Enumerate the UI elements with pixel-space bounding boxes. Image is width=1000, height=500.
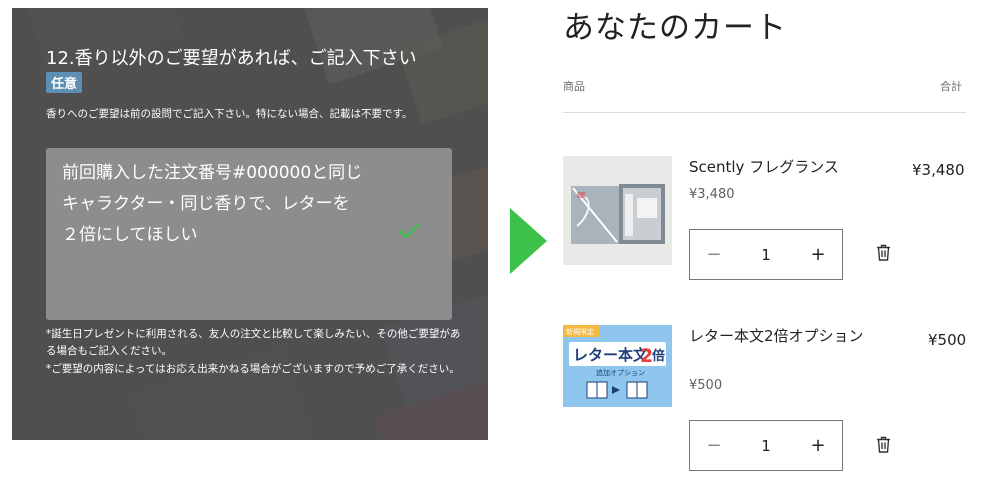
column-header-product: 商品 [563,80,585,93]
form-note: *誕生日プレゼントに利用される、友人の注文と比較して楽しみたい、その他ご要望があ… [46,328,461,357]
image-title: レター本文 [573,346,649,364]
product-image[interactable]: 新規限定 レター本文 2 倍 追加オプション [563,325,672,407]
option-banner-image: 新規限定 レター本文 2 倍 追加オプション [563,325,672,407]
optional-badge: 任意 [46,72,83,93]
cart-title: あなたのカート [563,10,787,46]
trash-icon[interactable] [876,436,891,453]
answer-text: 前回購入した注文番号#000000と同じ キャラクター・同じ香りで、レターを ２… [62,158,402,251]
answer-textarea[interactable]: 前回購入した注文番号#000000と同じ キャラクター・同じ香りで、レターを ２… [46,148,452,320]
question-help-text: 香りへのご要望は前の設問でご記入下さい。特にない場合、記載は不要です。 [46,108,413,120]
line-total: ¥500 [928,331,967,349]
trash-icon[interactable] [876,244,891,261]
answer-line: ２倍にしてほしい [62,225,198,245]
image-tag: 新規限定 [566,327,594,336]
header-divider [563,112,966,113]
answer-line: キャラクター・同じ香りで、レターを [62,194,350,214]
quantity-input[interactable]: 1 [738,230,794,279]
image-subtitle: 追加オプション [596,368,645,377]
decrease-quantity-button[interactable]: − [690,230,738,279]
product-name[interactable]: Scently フレグランス [689,156,839,178]
gift-box-icon [563,156,672,265]
increase-quantity-button[interactable]: + [794,230,842,279]
form-note: *ご要望の内容によってはお応え出来かねる場合がございますので予めご了承ください。 [46,363,460,375]
quantity-stepper: − 1 + [689,229,843,280]
survey-form-panel: 12.香り以外のご要望があれば、ご記入下さい 任意 香りへのご要望は前の設問でご… [12,8,488,440]
check-icon [398,223,420,239]
quantity-input[interactable]: 1 [738,421,794,470]
question-title: 12.香り以外のご要望があれば、ご記入下さい [46,48,417,69]
product-image[interactable] [563,156,672,265]
right-arrow-icon [510,208,547,274]
line-total: ¥3,480 [912,161,965,179]
quantity-stepper: − 1 + [689,420,843,471]
unit-price: ¥3,480 [689,187,735,202]
increase-quantity-button[interactable]: + [794,421,842,470]
unit-price: ¥500 [689,378,723,393]
decrease-quantity-button[interactable]: − [690,421,738,470]
image-suffix: 倍 [652,348,665,364]
product-name[interactable]: レター本文2倍オプション [689,325,879,347]
column-header-total: 合計 [940,80,962,93]
answer-line: 前回購入した注文番号#000000と同じ [62,163,363,183]
